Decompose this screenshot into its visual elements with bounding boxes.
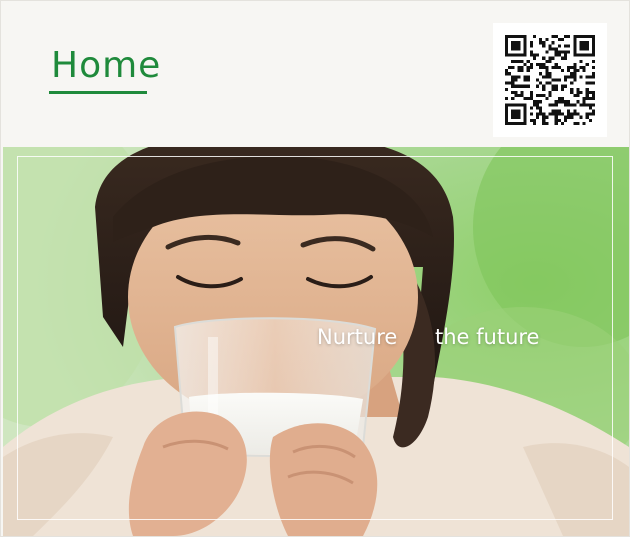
home-link[interactable]: Home bbox=[51, 45, 161, 86]
site-card: Home Nurture the future bbox=[0, 0, 630, 537]
tagline-nurture: Nurture bbox=[317, 325, 398, 349]
home-underline bbox=[49, 91, 147, 94]
qr-code[interactable] bbox=[493, 23, 607, 137]
header: Home bbox=[1, 1, 629, 147]
tagline-the-future: the future bbox=[435, 325, 540, 349]
qr-code-icon bbox=[505, 35, 595, 125]
